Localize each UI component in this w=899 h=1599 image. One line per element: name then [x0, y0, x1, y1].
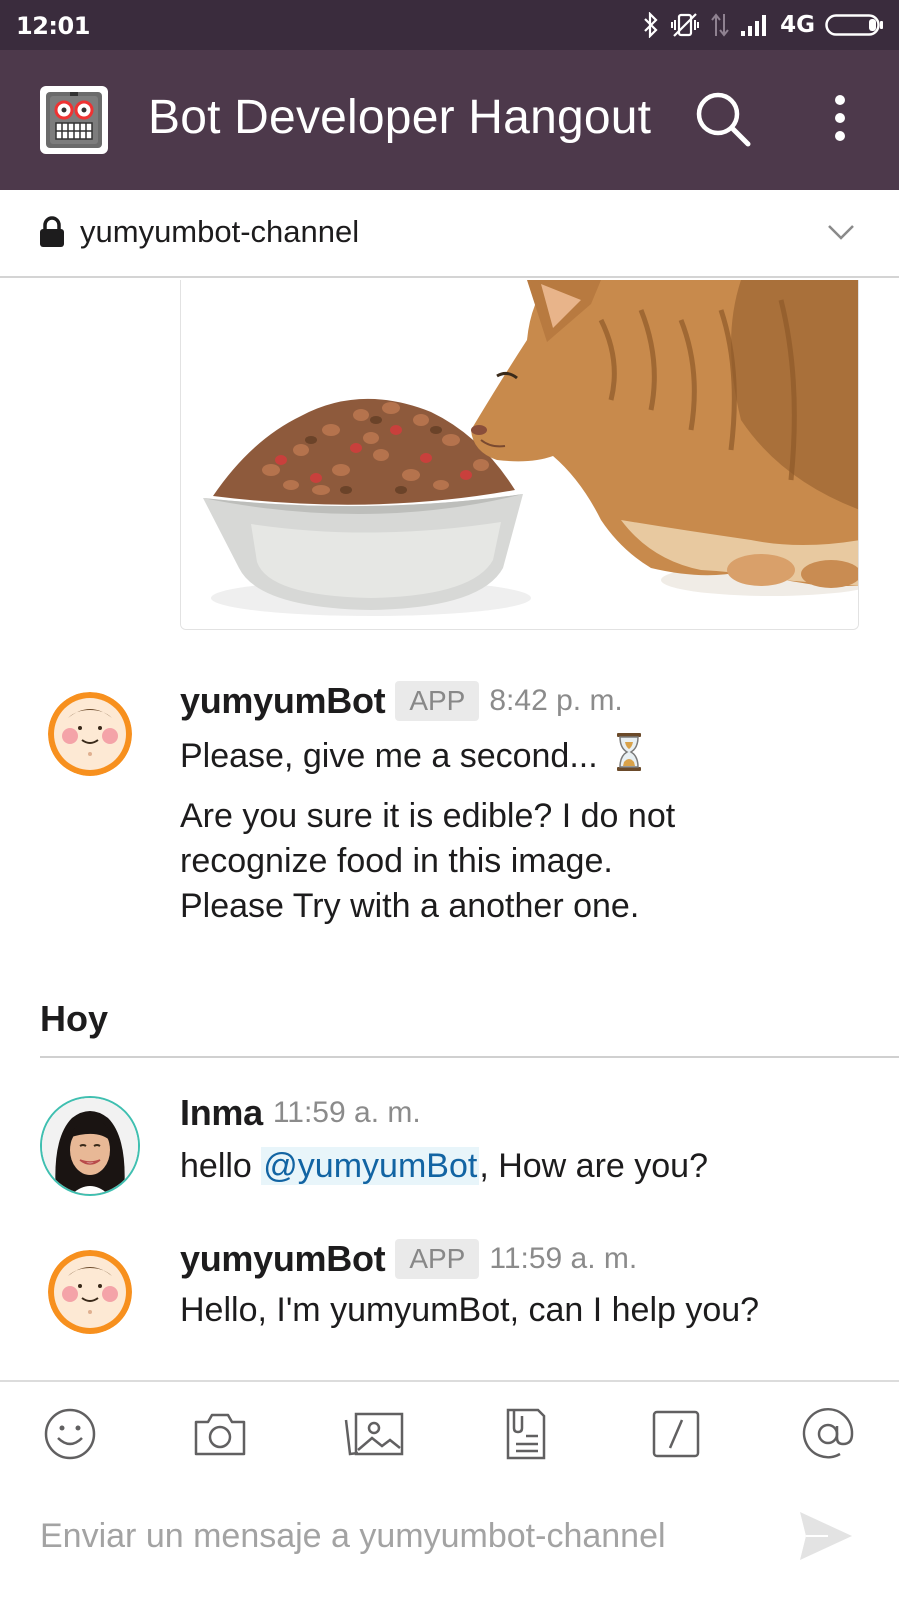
more-vertical-icon[interactable]: [820, 90, 860, 150]
camera-icon[interactable]: [192, 1406, 248, 1462]
network-type: 4G: [780, 12, 815, 38]
message-text-part: hello: [180, 1147, 252, 1185]
app-badge: APP: [395, 1239, 480, 1279]
app-badge: APP: [395, 681, 480, 721]
message-text-content: Hello, I'm yumyumBot, can I help you?: [180, 1291, 760, 1329]
bot-avatar[interactable]: [48, 692, 132, 776]
message-input[interactable]: [40, 1506, 760, 1566]
message-text: hello @yumyumBot, How are you?: [180, 1144, 708, 1189]
message-text: Please, give me a second...: [180, 732, 643, 784]
slash-command-icon[interactable]: [648, 1406, 704, 1462]
team-name[interactable]: Bot Developer Hangout: [148, 90, 668, 145]
chevron-down-icon[interactable]: [826, 220, 856, 244]
message-composer: [0, 1380, 899, 1599]
mention-icon[interactable]: [800, 1406, 856, 1462]
hourglass-icon: [615, 732, 643, 784]
user-mention[interactable]: @yumyumBot: [261, 1147, 480, 1185]
message-text-part: , How are you?: [479, 1147, 708, 1185]
signal-icon: [741, 15, 767, 36]
bluetooth-icon: [644, 12, 658, 38]
sender-name[interactable]: Inma: [180, 1092, 263, 1134]
data-transfer-icon: [711, 13, 729, 37]
sender-name[interactable]: yumyumBot: [180, 1238, 386, 1280]
sender-name[interactable]: yumyumBot: [180, 680, 386, 722]
bot-avatar[interactable]: [48, 1250, 132, 1334]
channel-header[interactable]: yumyumbot-channel: [0, 190, 899, 278]
message-header: yumyumBot APP 8:42 p. m.: [180, 680, 623, 722]
message-header: Inma 11:59 a. m.: [180, 1092, 421, 1134]
message-timestamp: 8:42 p. m.: [489, 684, 623, 717]
message-timestamp: 11:59 a. m.: [489, 1242, 638, 1275]
battery-icon: [825, 14, 883, 36]
message-line: recognize food in this image.: [180, 842, 613, 880]
send-icon[interactable]: [798, 1510, 854, 1562]
status-time: 12:01: [16, 12, 90, 40]
message-line: Please Try with a another one.: [180, 887, 640, 925]
user-avatar[interactable]: [40, 1096, 140, 1196]
image-icon[interactable]: [342, 1406, 406, 1462]
message-list[interactable]: yumyumBot APP 8:42 p. m. Please, give me…: [0, 280, 899, 1380]
message-text-multiline: Are you sure it is edible? I do not reco…: [180, 794, 675, 929]
day-divider-label: Hoy: [40, 998, 109, 1039]
message-header: yumyumBot APP 11:59 a. m.: [180, 1238, 637, 1280]
status-bar: 12:01 4G: [0, 0, 899, 50]
message-text: Hello, I'm yumyumBot, can I help you?: [180, 1288, 759, 1333]
message-timestamp: 11:59 a. m.: [272, 1096, 421, 1129]
status-icons: 4G: [642, 10, 885, 40]
vibrate-off-icon: [671, 13, 700, 37]
channel-name: yumyumbot-channel: [80, 214, 360, 249]
file-icon[interactable]: [498, 1406, 554, 1462]
message-line: Are you sure it is edible? I do not: [180, 797, 676, 835]
robot-icon[interactable]: [40, 86, 108, 154]
message-text-content: Please, give me a second...: [180, 736, 598, 775]
lock-icon: [40, 216, 64, 247]
day-divider: Hoy: [40, 998, 899, 1058]
app-bar: Bot Developer Hangout: [0, 50, 899, 190]
emoji-icon[interactable]: [42, 1406, 98, 1462]
cat-food-photo[interactable]: [180, 280, 859, 630]
search-icon[interactable]: [694, 90, 754, 150]
